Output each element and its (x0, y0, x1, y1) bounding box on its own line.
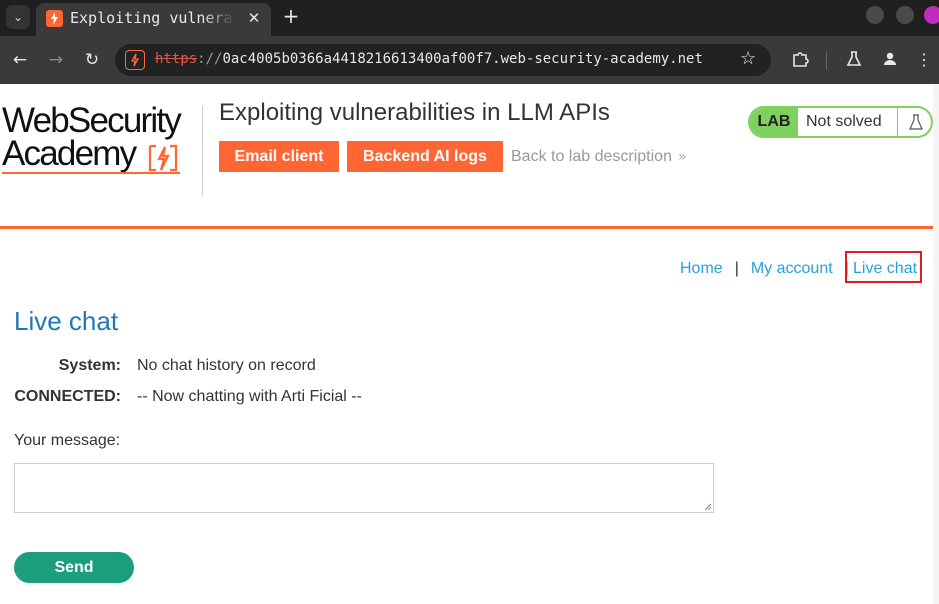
back-link-text: Back to lab description (511, 148, 672, 165)
backend-ai-logs-button[interactable]: Backend AI logs (347, 141, 503, 172)
url-host: 0ac4005b0366a4418216613400af00f7.web-sec… (222, 51, 703, 67)
header-divider (202, 106, 203, 196)
chat-message-text: No chat history on record (137, 357, 316, 374)
url-scheme: https (155, 51, 198, 67)
header-rule (0, 226, 933, 229)
close-window-button[interactable] (924, 6, 939, 24)
chevron-down-icon[interactable]: ⌄ (6, 5, 30, 29)
portswigger-favicon-icon (46, 10, 63, 27)
account-nav: Home | My account | (680, 260, 861, 278)
your-message-label: Your message: (14, 432, 121, 449)
puzzle-icon[interactable] (789, 48, 811, 70)
web-security-academy-logo[interactable]: WebSecurity Academy (2, 101, 202, 174)
browser-tab-bar: ⌄ Exploiting vulnerabilities in LLM APIs… (0, 0, 939, 36)
toolbar-divider (826, 52, 827, 70)
logo-line-1: WebSecurity (2, 101, 182, 140)
flask-icon[interactable] (843, 48, 865, 70)
flask-icon (897, 108, 931, 136)
nav-separator: | (734, 260, 739, 277)
browser-toolbar: ← → ↻ https://0ac4005b0366a4418216613400… (0, 36, 939, 84)
person-icon[interactable] (879, 48, 901, 70)
live-chat-link[interactable]: Live chat (853, 260, 917, 278)
tab-title: Exploiting vulnerabilities in LLM APIs (70, 9, 235, 27)
address-bar[interactable]: https://0ac4005b0366a4418216613400af00f7… (115, 44, 771, 76)
page-scrollbar[interactable] (933, 84, 939, 604)
chat-message-row: System: No chat history on record (14, 357, 316, 375)
resize-grip-icon[interactable] (703, 502, 712, 511)
minimize-window-button[interactable] (866, 6, 884, 24)
home-link[interactable]: Home (680, 260, 723, 277)
new-tab-icon[interactable]: + (280, 4, 302, 28)
double-chevron-right-icon: » (677, 149, 687, 165)
send-button[interactable]: Send (14, 552, 134, 583)
lab-title: Exploiting vulnerabilities in LLM APIs (219, 99, 610, 126)
reload-icon[interactable]: ↻ (80, 48, 104, 72)
star-icon[interactable]: ☆ (740, 48, 756, 69)
maximize-window-button[interactable] (896, 6, 914, 24)
arrow-left-icon[interactable]: ← (8, 48, 32, 72)
lightning-bolt-icon (148, 144, 178, 172)
close-icon[interactable]: ✕ (244, 8, 264, 28)
arrow-right-icon[interactable]: → (44, 48, 68, 72)
message-input[interactable] (14, 463, 714, 513)
lab-badge: LAB (750, 108, 798, 136)
browser-tab[interactable]: Exploiting vulnerabilities in LLM APIs ✕ (36, 3, 271, 36)
page: WebSecurity Academy Exploiting vulnerabi… (0, 84, 939, 604)
page-title: Live chat (14, 306, 119, 336)
chat-sender-label: CONNECTED: (14, 388, 121, 405)
lab-status-text: Not solved (806, 113, 882, 130)
chat-sender-label: System: (58, 357, 121, 374)
email-client-button[interactable]: Email client (219, 141, 339, 172)
lab-status-widget: LAB Not solved (748, 106, 933, 138)
chat-message-text: -- Now chatting with Arti Ficial -- (137, 388, 362, 405)
url-separator: :// (197, 51, 223, 67)
url-text[interactable]: https://0ac4005b0366a4418216613400af00f7… (155, 51, 735, 67)
kebab-menu-icon[interactable]: ⋮ (913, 48, 935, 70)
back-to-lab-description-link[interactable]: Back to lab description » (511, 148, 687, 166)
my-account-link[interactable]: My account (751, 260, 833, 277)
site-info-icon[interactable] (125, 50, 145, 70)
chat-message-row: CONNECTED: -- Now chatting with Arti Fic… (14, 388, 362, 406)
